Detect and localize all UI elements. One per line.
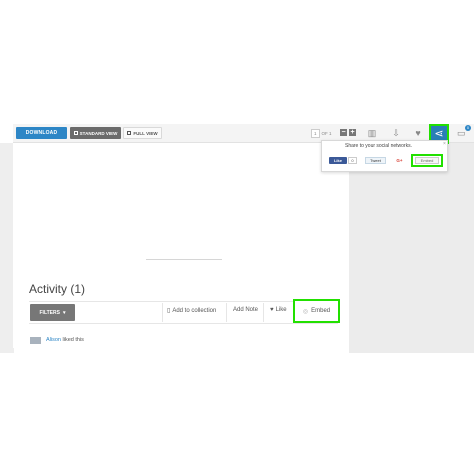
page-total: OF 1: [321, 130, 332, 136]
google-plus-button[interactable]: G+: [394, 157, 405, 164]
comment-count-badge: 0: [465, 125, 471, 131]
popup-embed-button[interactable]: Embed: [415, 157, 439, 164]
activity-heading: Activity (1): [29, 282, 86, 296]
action-separator: [226, 303, 227, 322]
download-button[interactable]: DOWNLOAD: [16, 127, 67, 139]
download-icon[interactable]: ⇩: [390, 127, 402, 139]
filters-button[interactable]: FILTERS ▾: [30, 304, 75, 321]
add-note-button[interactable]: Add Note: [233, 307, 258, 313]
embed-icon: ◎: [302, 308, 309, 315]
zoom-out-button[interactable]: −: [340, 129, 347, 136]
twitter-tweet-button[interactable]: Tweet: [365, 157, 386, 164]
activity-user-link[interactable]: Alison: [46, 337, 61, 343]
avatar: [30, 337, 41, 344]
activity-text: liked this: [62, 337, 84, 343]
like-label: Like: [275, 307, 287, 313]
share-popup-title: Share to your social networks.: [345, 143, 412, 149]
library-icon[interactable]: ▥: [366, 127, 378, 139]
standard-view-icon: [73, 131, 78, 135]
standard-view-button[interactable]: STANDARD VIEW: [70, 127, 121, 139]
filters-label: FILTERS: [39, 309, 60, 316]
share-icon: ⋖: [434, 128, 444, 140]
like-button[interactable]: ♥ Like: [270, 307, 287, 313]
heart-icon[interactable]: ♥: [412, 127, 424, 139]
add-to-collection-button[interactable]: ▯ Add to collection: [167, 307, 217, 315]
add-note-label: Add Note: [233, 307, 259, 313]
facebook-like-count: 0: [348, 157, 357, 164]
full-view-button[interactable]: FULL VIEW: [123, 127, 162, 139]
action-separator: [162, 303, 163, 322]
activity-item: Alison liked this: [46, 337, 84, 343]
bookmark-icon: ▯: [167, 308, 171, 314]
right-sidebar-panel: [349, 143, 474, 353]
standard-view-label: STANDARD VIEW: [79, 130, 118, 136]
action-separator: [263, 303, 264, 322]
full-view-icon: [127, 131, 132, 135]
close-icon[interactable]: ×: [443, 141, 446, 147]
page-number-input[interactable]: 1: [311, 128, 320, 138]
content-divider: [146, 259, 222, 260]
chevron-down-icon: ▾: [62, 309, 66, 316]
page-indicator: 1 OF 1: [311, 128, 332, 138]
facebook-like-button[interactable]: Like: [329, 157, 347, 164]
embed-label: Embed: [311, 308, 331, 314]
left-gutter: [0, 143, 14, 353]
embed-button[interactable]: ◎ Embed: [293, 299, 340, 323]
zoom-in-button[interactable]: +: [349, 129, 356, 136]
add-to-collection-label: Add to collection: [172, 307, 217, 314]
heart-icon: ♥: [270, 307, 274, 313]
full-view-label: FULL VIEW: [133, 130, 158, 136]
